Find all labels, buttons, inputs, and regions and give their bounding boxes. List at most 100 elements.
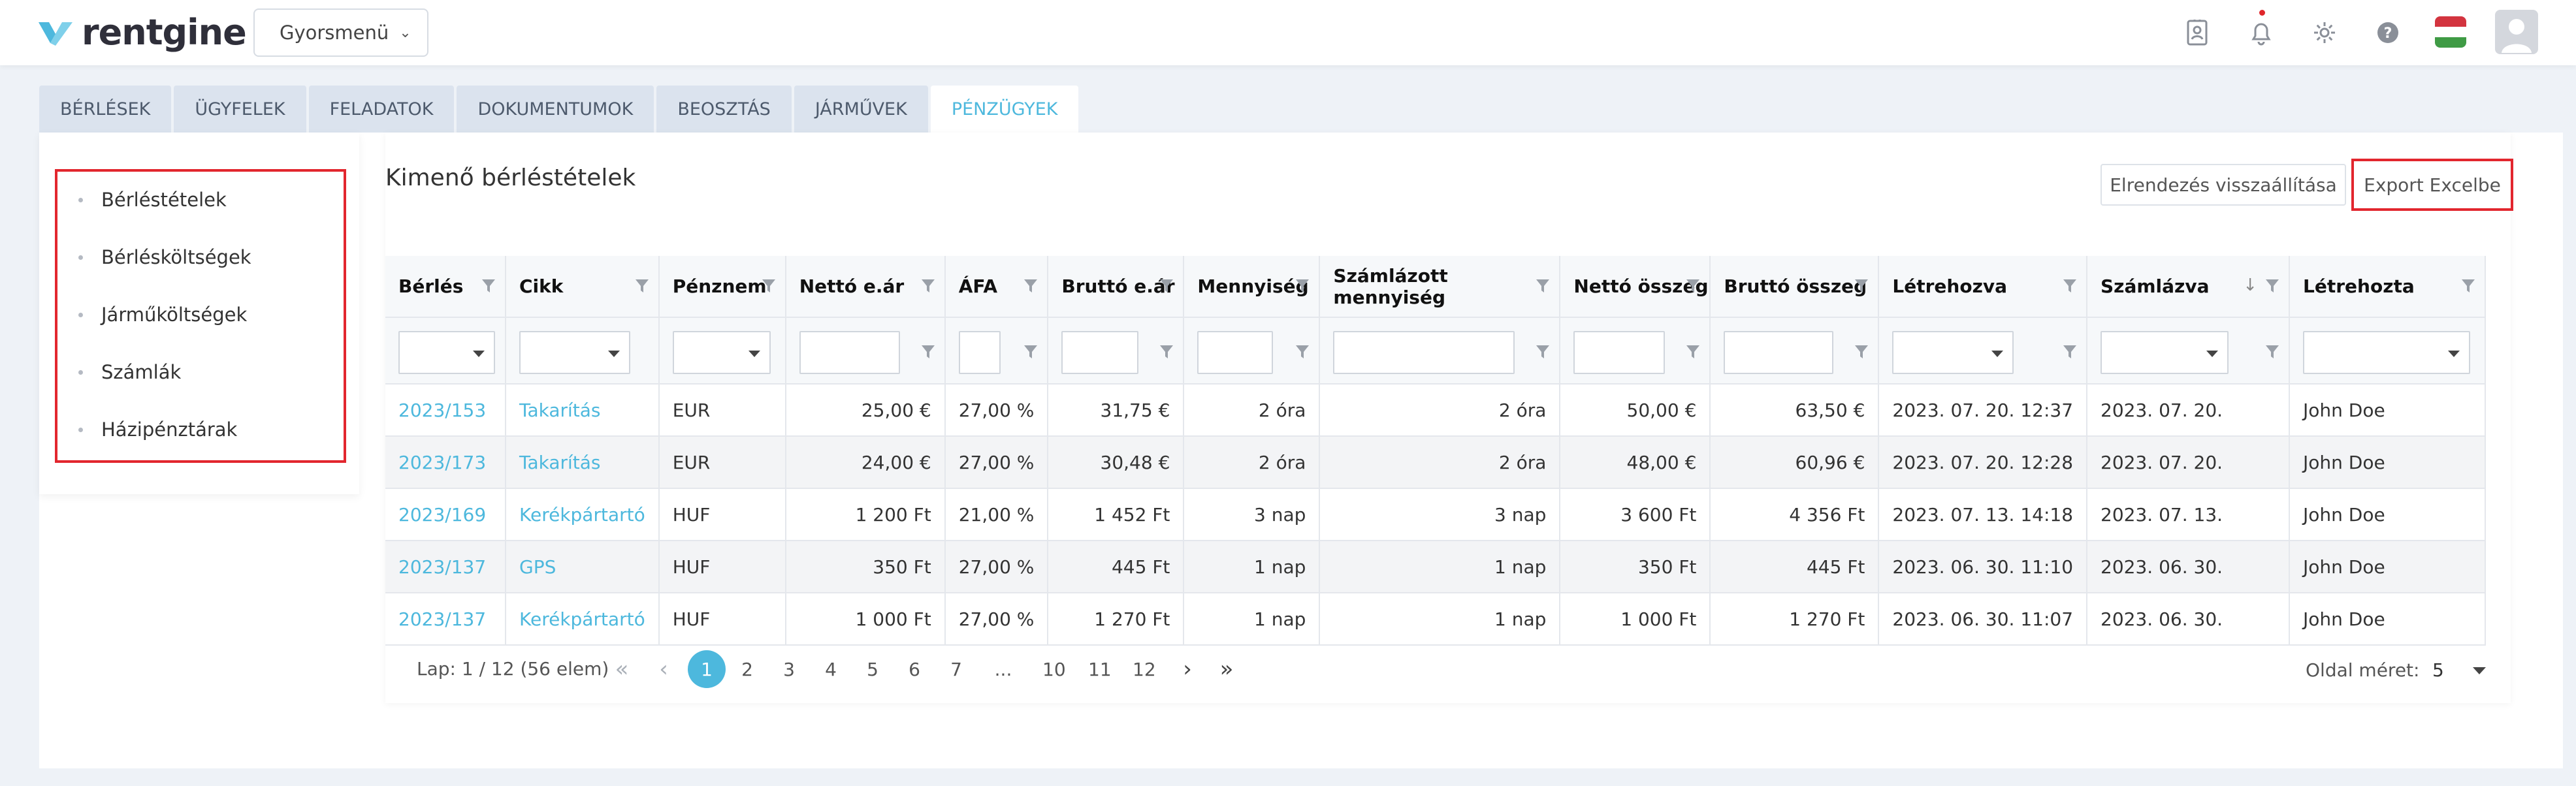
page-5[interactable]: 5 xyxy=(862,650,883,688)
quick-menu-dropdown[interactable]: Gyorsmenü ⌄ xyxy=(253,8,428,57)
filter-input[interactable] xyxy=(1333,331,1515,374)
filter-date-select[interactable] xyxy=(1892,331,2014,374)
filter-select[interactable] xyxy=(672,331,771,374)
col-header-szamlazott-mennyiseg[interactable]: Számlázott mennyiség xyxy=(1319,256,1561,318)
item-link[interactable]: Takarítás xyxy=(506,436,660,489)
filter-input[interactable] xyxy=(1573,331,1666,374)
col-header-letrehozta[interactable]: Létrehozta xyxy=(2289,256,2487,318)
filter-input[interactable] xyxy=(799,331,900,374)
table-row[interactable]: 2023/137 GPS HUF 350 Ft 27,00 % 445 Ft 1… xyxy=(385,541,2487,593)
col-header-letrehozva[interactable]: Létrehozva xyxy=(1878,256,2088,318)
filter-icon[interactable] xyxy=(921,344,935,360)
rental-link[interactable]: 2023/153 xyxy=(385,384,506,437)
tab-ugyfelek[interactable]: ÜGYFELEK xyxy=(174,86,306,133)
page-12[interactable]: 12 xyxy=(1133,650,1156,688)
filter-icon[interactable] xyxy=(1295,278,1310,294)
col-header-netto-osszeg[interactable]: Nettó összeg xyxy=(1560,256,1711,318)
filter-select[interactable] xyxy=(519,331,630,374)
filter-icon[interactable] xyxy=(1023,344,1038,360)
table-row[interactable]: 2023/137 Kerékpártartó HUF 1 000 Ft 27,0… xyxy=(385,593,2487,646)
col-header-penznem[interactable]: Pénznem xyxy=(658,256,786,318)
filter-icon[interactable] xyxy=(1854,344,1869,360)
chevron-down-icon[interactable] xyxy=(2473,667,2486,674)
filter-icon[interactable] xyxy=(2265,344,2279,360)
filter-icon[interactable] xyxy=(2063,278,2077,294)
col-header-berles[interactable]: Bérlés xyxy=(385,256,506,318)
filter-icon[interactable] xyxy=(2265,278,2279,294)
filter-icon[interactable] xyxy=(2063,344,2077,360)
filter-icon[interactable] xyxy=(1536,344,1550,360)
sidebar-item-berlestetelek[interactable]: Bérléstételek xyxy=(78,187,227,213)
rental-link[interactable]: 2023/169 xyxy=(385,488,506,541)
table-row[interactable]: 2023/173 Takarítás EUR 24,00 € 27,00 % 3… xyxy=(385,436,2487,489)
filter-input[interactable] xyxy=(958,331,1001,374)
filter-select[interactable] xyxy=(2303,331,2471,374)
contacts-icon[interactable] xyxy=(2182,17,2213,48)
page-4[interactable]: 4 xyxy=(820,650,841,688)
col-header-szamlazva[interactable]: Számlázva ↓ xyxy=(2087,256,2291,318)
tab-dokumentumok[interactable]: DOKUMENTUMOK xyxy=(457,86,654,133)
filter-icon[interactable] xyxy=(762,278,776,294)
filter-icon[interactable] xyxy=(1159,344,1174,360)
last-page-icon[interactable]: » xyxy=(1216,650,1237,688)
filter-icon[interactable] xyxy=(1854,278,1869,294)
table-row[interactable]: 2023/169 Kerékpártartó HUF 1 200 Ft 21,0… xyxy=(385,488,2487,541)
item-link[interactable]: GPS xyxy=(506,541,660,593)
page-size-select[interactable]: 5 xyxy=(2432,659,2444,681)
col-header-afa[interactable]: ÁFA xyxy=(944,256,1049,318)
page-3[interactable]: 3 xyxy=(779,650,799,688)
logo[interactable]: rentgine xyxy=(36,12,247,53)
gear-icon[interactable] xyxy=(2309,17,2340,48)
tab-berlesek[interactable]: BÉRLÉSEK xyxy=(39,86,172,133)
sidebar-item-szamlak[interactable]: Számlák xyxy=(78,359,181,385)
col-header-brutto-osszeg[interactable]: Bruttó összeg xyxy=(1710,256,1880,318)
filter-input[interactable] xyxy=(1197,331,1274,374)
filter-icon[interactable] xyxy=(1295,344,1310,360)
sidebar-item-berleskoltsegek[interactable]: Bérlésköltségek xyxy=(78,244,251,270)
filter-select[interactable] xyxy=(398,331,495,374)
page-6[interactable]: 6 xyxy=(904,650,925,688)
prev-page-icon[interactable]: ‹ xyxy=(653,650,674,688)
hungarian-flag-icon[interactable] xyxy=(2435,16,2466,48)
next-page-icon[interactable]: › xyxy=(1177,650,1198,688)
first-page-icon[interactable]: « xyxy=(611,650,632,688)
sort-desc-icon[interactable]: ↓ xyxy=(2243,275,2257,295)
rental-link[interactable]: 2023/137 xyxy=(385,541,506,593)
page-1[interactable]: 1 xyxy=(688,650,726,688)
page-7[interactable]: 7 xyxy=(946,650,967,688)
tab-jarmuvek[interactable]: JÁRMŰVEK xyxy=(794,86,928,133)
filter-icon[interactable] xyxy=(2461,278,2475,294)
filter-icon[interactable] xyxy=(1686,278,1700,294)
page-2[interactable]: 2 xyxy=(737,650,758,688)
table-row[interactable]: 2023/153 Takarítás EUR 25,00 € 27,00 % 3… xyxy=(385,384,2487,437)
filter-icon[interactable] xyxy=(1536,278,1550,294)
sidebar-item-jarmukoltsegek[interactable]: Járműköltségek xyxy=(78,302,247,328)
filter-icon[interactable] xyxy=(635,278,649,294)
rental-link[interactable]: 2023/173 xyxy=(385,436,506,489)
page-11[interactable]: 11 xyxy=(1088,650,1112,688)
sidebar-item-hazipenztarak[interactable]: Házipénztárak xyxy=(78,417,237,443)
reset-layout-button[interactable]: Elrendezés visszaállítása xyxy=(2101,164,2346,206)
tab-penzugyek[interactable]: PÉNZÜGYEK xyxy=(930,86,1079,133)
export-excel-button[interactable]: Export Excelbe xyxy=(2351,159,2513,211)
item-link[interactable]: Kerékpártartó xyxy=(506,593,660,646)
filter-date-select[interactable] xyxy=(2101,331,2229,374)
col-header-brutto-ear[interactable]: Bruttó e.ár xyxy=(1048,256,1185,318)
col-header-mennyiseg[interactable]: Mennyiség xyxy=(1183,256,1321,318)
col-header-netto-ear[interactable]: Nettó e.ár xyxy=(785,256,946,318)
filter-icon[interactable] xyxy=(481,278,496,294)
tab-feladatok[interactable]: FELADATOK xyxy=(308,86,455,133)
help-icon[interactable]: ? xyxy=(2372,17,2404,48)
filter-input[interactable] xyxy=(1061,331,1139,374)
col-header-cikk[interactable]: Cikk xyxy=(506,256,660,318)
item-link[interactable]: Takarítás xyxy=(506,384,660,437)
item-link[interactable]: Kerékpártartó xyxy=(506,488,660,541)
bell-icon[interactable] xyxy=(2246,17,2277,48)
filter-icon[interactable] xyxy=(921,278,935,294)
filter-icon[interactable] xyxy=(1023,278,1038,294)
filter-input[interactable] xyxy=(1724,331,1834,374)
user-avatar-icon[interactable] xyxy=(2495,10,2538,54)
tab-beosztas[interactable]: BEOSZTÁS xyxy=(656,86,792,133)
page-10[interactable]: 10 xyxy=(1042,650,1066,688)
filter-icon[interactable] xyxy=(1686,344,1700,360)
